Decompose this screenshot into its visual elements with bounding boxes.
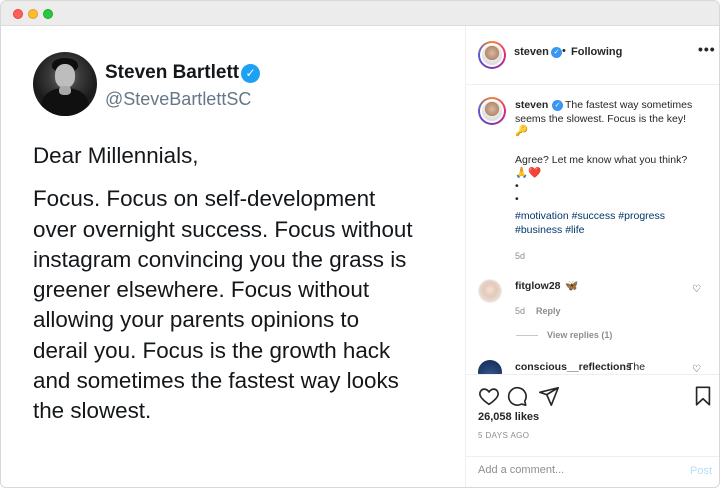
post-image[interactable]: Steven Bartlett ✓ @SteveBartlettSC Dear … bbox=[1, 26, 466, 487]
reply-button[interactable]: Reply bbox=[536, 306, 561, 316]
tweet-author-avatar bbox=[33, 52, 97, 116]
tweet-line: over overnight success. Focus without bbox=[33, 216, 413, 242]
tweet-author-handle: @SteveBartlettSC bbox=[105, 89, 252, 109]
comment-avatar[interactable] bbox=[478, 360, 502, 374]
browser-window: Steven Bartlett ✓ @SteveBartlettSC Dear … bbox=[0, 0, 720, 488]
verified-check-icon: ✓ bbox=[241, 64, 260, 83]
pray-heart-emoji: 🙏❤️ bbox=[515, 167, 542, 179]
comment-bubble-icon[interactable] bbox=[506, 385, 528, 407]
comment-text: The bbox=[627, 361, 646, 373]
tweet-line: greener elsewhere. Focus without bbox=[33, 277, 370, 303]
replies-divider bbox=[516, 335, 538, 336]
verified-badge-icon: ✓ bbox=[551, 47, 562, 58]
tweet-line: derail you. Focus is the growth hack bbox=[33, 337, 391, 363]
caption-text: Agree? Let me know what you think? bbox=[515, 154, 688, 166]
tweet-line: and sometimes the fastest way looks bbox=[33, 368, 399, 394]
caption-text: seems the slowest. Focus is the key! bbox=[515, 113, 686, 125]
caption-hashtags[interactable]: #motivation #success #progress bbox=[515, 210, 665, 223]
tweet-greeting: Dear Millennials, bbox=[33, 143, 199, 168]
caption-dot: • bbox=[515, 180, 519, 192]
comment-avatar[interactable] bbox=[478, 279, 502, 303]
like-comment-heart-icon[interactable]: ♡ bbox=[692, 284, 701, 295]
view-replies-button[interactable]: View replies (1) bbox=[547, 330, 612, 340]
minimize-window-button[interactable] bbox=[28, 9, 38, 19]
caption-time: 5d bbox=[515, 251, 526, 261]
caption-verified-badge-icon: ✓ bbox=[552, 100, 563, 111]
post-comment-button[interactable]: Post bbox=[690, 465, 712, 477]
comment-time: 5d bbox=[515, 306, 526, 316]
more-options-icon[interactable]: ••• bbox=[698, 41, 716, 57]
like-comment-heart-icon[interactable]: ♡ bbox=[692, 364, 701, 374]
comment-username[interactable]: fitglow28 bbox=[515, 280, 561, 292]
like-heart-icon[interactable] bbox=[478, 385, 500, 407]
close-window-button[interactable] bbox=[13, 9, 23, 19]
add-comment-area: Post bbox=[466, 456, 719, 487]
caption-avatar[interactable] bbox=[478, 97, 506, 125]
window-titlebar bbox=[1, 1, 719, 26]
key-emoji: 🔑 bbox=[515, 125, 529, 137]
share-send-icon[interactable] bbox=[538, 385, 560, 407]
header-separator: • bbox=[562, 45, 566, 57]
comment-username[interactable]: conscious__reflections bbox=[515, 361, 632, 373]
post-actions: 26,058 likes 5 DAYS AGO bbox=[466, 374, 719, 456]
add-comment-input[interactable] bbox=[478, 464, 678, 476]
maximize-window-button[interactable] bbox=[43, 9, 53, 19]
caption-text: The fastest way sometimes bbox=[565, 99, 693, 111]
tweet-line: Focus. Focus on self-development bbox=[33, 186, 376, 212]
following-button[interactable]: Following bbox=[571, 46, 622, 58]
caption-dot: • bbox=[515, 193, 519, 205]
poster-username[interactable]: steven bbox=[514, 46, 549, 58]
post-header: steven ✓ • Following ••• bbox=[466, 26, 719, 85]
comments-section[interactable]: steven ✓ The fastest way sometimes seems… bbox=[466, 86, 719, 374]
tweet-line: instagram convincing you the grass is bbox=[33, 246, 407, 272]
tweet-author-name: Steven Bartlett bbox=[105, 62, 240, 83]
save-bookmark-icon[interactable] bbox=[692, 385, 714, 407]
caption-username[interactable]: steven bbox=[515, 99, 548, 111]
tweet-body: Dear Millennials, Focus. Focus on self-d… bbox=[33, 141, 453, 427]
likes-count[interactable]: 26,058 likes bbox=[478, 411, 539, 423]
caption-hashtags[interactable]: #business #life bbox=[515, 224, 584, 237]
post-sidebar: steven ✓ • Following ••• steven ✓ The fa… bbox=[466, 26, 719, 487]
butterfly-emoji: 🦋 bbox=[565, 280, 579, 292]
post-date: 5 DAYS AGO bbox=[478, 431, 530, 440]
poster-avatar[interactable] bbox=[478, 41, 506, 69]
tweet-line: allowing your parents opinions to bbox=[33, 307, 360, 333]
tweet-line: the slowest. bbox=[33, 398, 152, 424]
